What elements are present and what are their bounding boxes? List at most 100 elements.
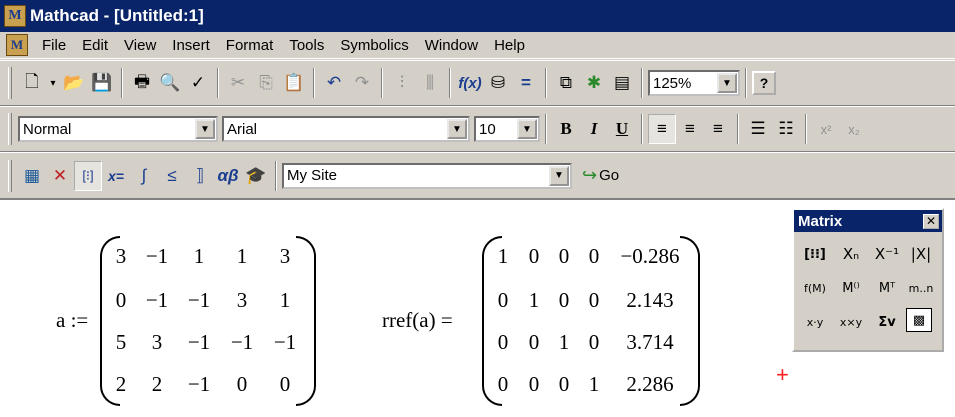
picture-icon[interactable]: ▩: [906, 308, 932, 332]
matrix-cell: 3.714: [626, 330, 674, 354]
palette-close-icon[interactable]: ✕: [923, 213, 939, 229]
insert-unit-icon[interactable]: ⛁: [484, 68, 512, 98]
insert-function-icon[interactable]: f(x): [456, 68, 484, 98]
open-folder-icon[interactable]: 📂: [60, 68, 88, 98]
redo-icon[interactable]: ↷: [348, 68, 376, 98]
insert-matrix-icon[interactable]: [⁝⁝]: [800, 240, 830, 268]
separator: [641, 68, 643, 98]
separator: [805, 114, 807, 144]
separator: [545, 114, 547, 144]
undo-icon[interactable]: ↶: [320, 68, 348, 98]
symbolic-palette-icon[interactable]: 🎓: [242, 161, 270, 191]
site-dropdown-icon[interactable]: ▼: [549, 165, 569, 186]
site-combo[interactable]: My Site ▼: [282, 162, 572, 189]
vector-sum-icon[interactable]: Σv: [872, 308, 902, 336]
programming-palette-icon[interactable]: ⟧: [186, 161, 214, 191]
resource-center-icon[interactable]: ▤: [608, 68, 636, 98]
calculus-palette-icon[interactable]: ∫: [130, 161, 158, 191]
boolean-palette-icon[interactable]: ≤: [158, 161, 186, 191]
document-menu-icon[interactable]: M: [6, 34, 28, 56]
cut-icon[interactable]: ✂: [224, 68, 252, 98]
matrix-column-icon[interactable]: M⁽⁾: [836, 274, 866, 302]
calculate-icon[interactable]: =: [512, 68, 540, 98]
italic-button[interactable]: I: [580, 114, 608, 144]
matrix-palette-icon[interactable]: [⁝]: [74, 160, 102, 191]
formatting-toolbar: Normal ▼ Arial ▼ 10 ▼ B I U ≡ ≡ ≡ ☰ ☷ x²…: [0, 106, 955, 152]
menu-insert[interactable]: Insert: [164, 35, 218, 56]
matrix-cell: 2.143: [626, 288, 674, 312]
matrix-cell: 0: [279, 372, 291, 396]
title-bar[interactable]: M Mathcad - [Untitled:1]: [0, 0, 955, 32]
insert-hyperlink-icon[interactable]: ⧉: [552, 68, 580, 98]
cross-product-icon[interactable]: x×y: [836, 308, 866, 336]
align-center-icon[interactable]: ≡: [676, 114, 704, 144]
palette-title-bar[interactable]: Matrix ✕: [794, 210, 942, 232]
calculator-palette-icon[interactable]: ▦: [18, 161, 46, 191]
subscript-index-icon[interactable]: Xₙ: [836, 240, 866, 268]
superscript-icon[interactable]: x²: [812, 114, 840, 144]
toolbar-grip[interactable]: [8, 113, 12, 145]
menu-view[interactable]: View: [116, 35, 164, 56]
matrix-inverse-icon[interactable]: X⁻¹: [872, 240, 902, 268]
new-document-icon[interactable]: 🗋: [18, 68, 46, 98]
separator: [449, 68, 451, 98]
menu-tools[interactable]: Tools: [281, 35, 332, 56]
zoom-dropdown-icon[interactable]: ▼: [717, 73, 737, 93]
greek-palette-icon[interactable]: αβ: [214, 161, 242, 191]
help-icon[interactable]: ?: [752, 71, 776, 95]
separator: [275, 160, 277, 191]
print-preview-icon[interactable]: 🔍: [156, 68, 184, 98]
separator: [545, 68, 547, 98]
menu-symbolics[interactable]: Symbolics: [332, 35, 416, 56]
toolbar-grip[interactable]: [8, 67, 12, 99]
dot-product-icon[interactable]: x·y: [800, 308, 830, 336]
paste-icon[interactable]: 📋: [280, 68, 308, 98]
go-button[interactable]: ↪ Go: [582, 165, 619, 186]
palette-title: Matrix: [798, 212, 843, 230]
save-icon[interactable]: 💾: [88, 68, 116, 98]
align-down-icon[interactable]: ⫼: [416, 68, 444, 98]
font-combo[interactable]: Arial ▼: [222, 116, 470, 142]
mathcad-app-icon[interactable]: M: [4, 5, 26, 27]
matrix-palette: Matrix ✕ [⁝⁝] Xₙ X⁻¹ |X| f(M) M⁽⁾ Mᵀ m..…: [792, 208, 944, 352]
zoom-combo[interactable]: 125% ▼: [648, 70, 740, 96]
underline-button[interactable]: U: [608, 114, 636, 144]
menu-edit[interactable]: Edit: [74, 35, 116, 56]
go-label: Go: [599, 167, 620, 184]
subscript-icon[interactable]: x₂: [840, 114, 868, 144]
print-icon[interactable]: 🖶: [128, 68, 156, 98]
font-size-combo[interactable]: 10 ▼: [474, 116, 540, 142]
align-left-icon[interactable]: ≡: [648, 114, 676, 144]
bullets-icon[interactable]: ☰: [744, 114, 772, 144]
style-dropdown-icon[interactable]: ▼: [195, 119, 215, 139]
copy-icon[interactable]: ⎘: [252, 68, 280, 98]
style-combo[interactable]: Normal ▼: [18, 116, 218, 142]
align-right-icon[interactable]: ≡: [704, 114, 732, 144]
menu-format[interactable]: Format: [218, 35, 282, 56]
vectorize-icon[interactable]: f(M): [800, 274, 830, 302]
mathcad-window: M Mathcad - [Untitled:1] M File Edit Vie…: [0, 0, 955, 417]
graph-palette-icon[interactable]: ✕: [46, 161, 74, 191]
evaluation-palette-icon[interactable]: x=: [102, 161, 130, 191]
menu-file[interactable]: File: [34, 35, 74, 56]
menu-window[interactable]: Window: [417, 35, 486, 56]
bold-button[interactable]: B: [552, 114, 580, 144]
font-dropdown-icon[interactable]: ▼: [447, 119, 467, 139]
new-dropdown-icon[interactable]: ▾: [46, 68, 60, 98]
menu-help[interactable]: Help: [486, 35, 533, 56]
rref-label: rref(a) =: [382, 308, 453, 332]
spell-check-icon[interactable]: ✓: [184, 68, 212, 98]
font-value: Arial: [227, 120, 258, 138]
menu-bar: M File Edit View Insert Format Tools Sym…: [0, 32, 955, 59]
font-size-dropdown-icon[interactable]: ▼: [517, 119, 537, 139]
matrix-cell: 3: [279, 244, 291, 268]
range-variable-icon[interactable]: m..n: [906, 274, 936, 302]
numbering-icon[interactable]: ☷: [772, 114, 800, 144]
matrix-transpose-icon[interactable]: Mᵀ: [872, 274, 902, 302]
insert-component-icon[interactable]: ✱: [580, 68, 608, 98]
determinant-icon[interactable]: |X|: [906, 240, 936, 268]
separator: [641, 114, 643, 144]
align-across-icon[interactable]: ⫶: [388, 68, 416, 98]
style-value: Normal: [23, 120, 72, 138]
toolbar-grip[interactable]: [8, 159, 12, 192]
